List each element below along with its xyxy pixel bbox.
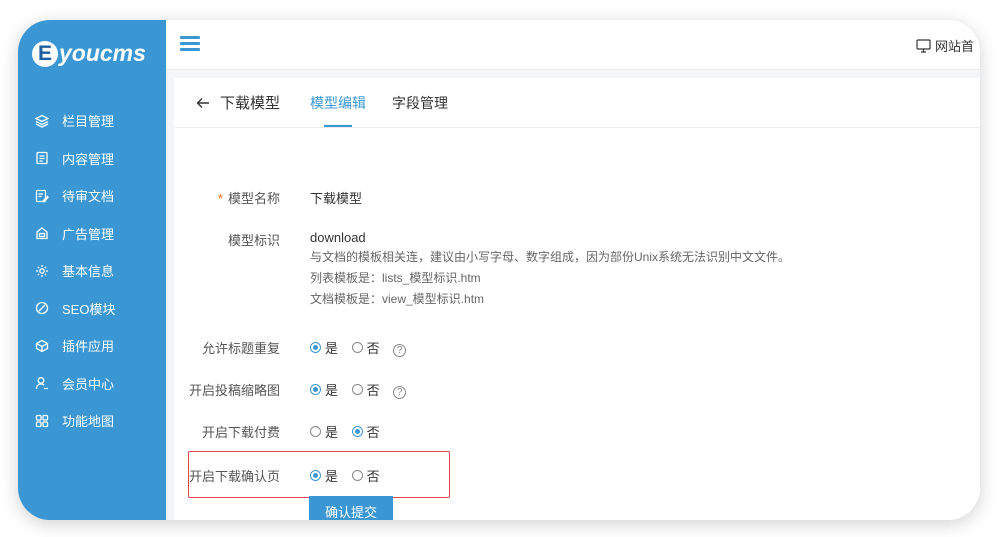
document-icon [35, 151, 49, 165]
view-template-hint: 文档模板是：view_模型标识.htm [310, 292, 485, 306]
field-label: 开启下载付费 [201, 425, 280, 440]
sidebar-item-members[interactable]: 会员中心 [18, 365, 166, 403]
radio-label: 否 [366, 383, 380, 398]
radio-indicator [310, 426, 321, 437]
form-row-model-name: * 模型名称 下载模型 [174, 188, 362, 207]
sidebar-item-label: 插件应用 [62, 339, 115, 355]
seo-icon [35, 301, 49, 315]
form-row-model-identifier: 模型标识 download 与文档的模板相关连，建议由小写字母、数字组成，因为部… [174, 230, 790, 310]
sidebar-item-columns[interactable]: 栏目管理 [18, 102, 166, 140]
tab-bar: 下载模型 模型编辑 字段管理 [174, 78, 980, 128]
model-identifier-value: download [310, 230, 366, 245]
top-bar: 网站首 [166, 20, 980, 70]
main-content: 下载模型 模型编辑 字段管理 * 模型名称 下载模型 模型标识 download … [174, 78, 980, 520]
sidebar-item-content[interactable]: 内容管理 [18, 140, 166, 178]
radio-yes[interactable]: 是 [310, 422, 338, 441]
radio-no[interactable]: 否 [351, 380, 380, 399]
radio-indicator [351, 426, 363, 437]
field-label: 模型标识 [227, 233, 280, 248]
site-home-link[interactable]: 网站首 [916, 36, 974, 55]
back-link[interactable]: 下载模型 [196, 92, 280, 113]
ad-icon [35, 226, 49, 240]
sidebar-item-pending[interactable]: 待审文档 [18, 177, 166, 215]
logo-mark: E [32, 40, 58, 67]
radio-no[interactable]: 否 [351, 338, 380, 357]
site-home-label: 网站首 [934, 39, 974, 54]
menu-toggle-icon[interactable] [180, 36, 200, 52]
app-window: E youcms 栏目管理 内容管理 待审文档 广告管理 基本信息 SEO模块 … [18, 20, 980, 520]
radio-yes[interactable]: 是 [310, 380, 338, 399]
gear-icon [35, 264, 49, 278]
submit-button[interactable]: 确认提交 [309, 496, 393, 520]
sidebar-item-basic-info[interactable]: 基本信息 [18, 252, 166, 290]
radio-indicator [310, 384, 321, 395]
grid-icon [35, 414, 49, 428]
sidebar-item-ads[interactable]: 广告管理 [18, 215, 166, 253]
sidebar-item-label: 会员中心 [62, 376, 115, 392]
sidebar-item-seo[interactable]: SEO模块 [18, 290, 166, 328]
field-label: 允许标题重复 [201, 341, 280, 356]
form-row-enable-pay: 开启下载付费 是 否 [174, 422, 390, 441]
form-row-enable-thumb: 开启投稿缩略图 是 否 ? [174, 380, 407, 399]
help-icon[interactable]: ? [393, 386, 407, 399]
help-icon[interactable]: ? [393, 344, 407, 357]
radio-label: 否 [366, 425, 380, 440]
sidebar-item-label: 内容管理 [62, 151, 115, 167]
sidebar-item-label: 广告管理 [62, 226, 115, 242]
edit-document-icon [35, 189, 49, 203]
tab-field-management[interactable]: 字段管理 [392, 93, 448, 113]
arrow-left-icon [196, 97, 209, 108]
identifier-hint: 与文档的模板相关连，建议由小写字母、数字组成，因为部份Unix系统无法识别中文文… [310, 250, 791, 264]
list-template-hint: 列表模板是：lists_模型标识.htm [310, 271, 481, 285]
radio-label: 是 [325, 425, 339, 440]
radio-label: 否 [366, 341, 380, 356]
radio-label: 是 [325, 341, 339, 356]
sidebar-item-label: 待审文档 [62, 189, 115, 205]
radio-indicator [310, 342, 321, 353]
layers-icon [35, 114, 49, 128]
plugin-icon [35, 339, 49, 353]
radio-no[interactable]: 否 [351, 422, 380, 441]
radio-label: 是 [325, 383, 339, 398]
form-row-allow-dup-title: 允许标题重复 是 否 ? [174, 338, 407, 357]
field-label: 开启投稿缩略图 [188, 383, 280, 398]
sidebar: E youcms 栏目管理 内容管理 待审文档 广告管理 基本信息 SEO模块 … [18, 20, 166, 520]
logo-text: youcms [59, 40, 146, 66]
radio-indicator [351, 342, 363, 353]
sidebar-item-plugins[interactable]: 插件应用 [18, 327, 166, 365]
radio-yes[interactable]: 是 [310, 338, 338, 357]
radio-indicator [351, 384, 363, 395]
sidebar-item-label: 栏目管理 [62, 114, 115, 130]
sidebar-nav: 栏目管理 内容管理 待审文档 广告管理 基本信息 SEO模块 插件应用 会员中心… [18, 102, 166, 440]
sidebar-item-label: 基本信息 [62, 264, 115, 280]
logo[interactable]: E youcms [32, 40, 146, 67]
highlight-box [188, 451, 450, 498]
back-label: 下载模型 [220, 95, 281, 112]
user-icon [35, 376, 49, 390]
sidebar-item-label: SEO模块 [62, 301, 116, 317]
required-mark: * [217, 191, 223, 206]
field-label: 模型名称 [227, 191, 280, 206]
monitor-icon [916, 38, 931, 53]
model-name-value: 下载模型 [310, 191, 363, 206]
sidebar-item-label: 功能地图 [62, 414, 115, 430]
tab-model-edit[interactable]: 模型编辑 [310, 93, 366, 127]
sidebar-item-feature-map[interactable]: 功能地图 [18, 402, 166, 440]
